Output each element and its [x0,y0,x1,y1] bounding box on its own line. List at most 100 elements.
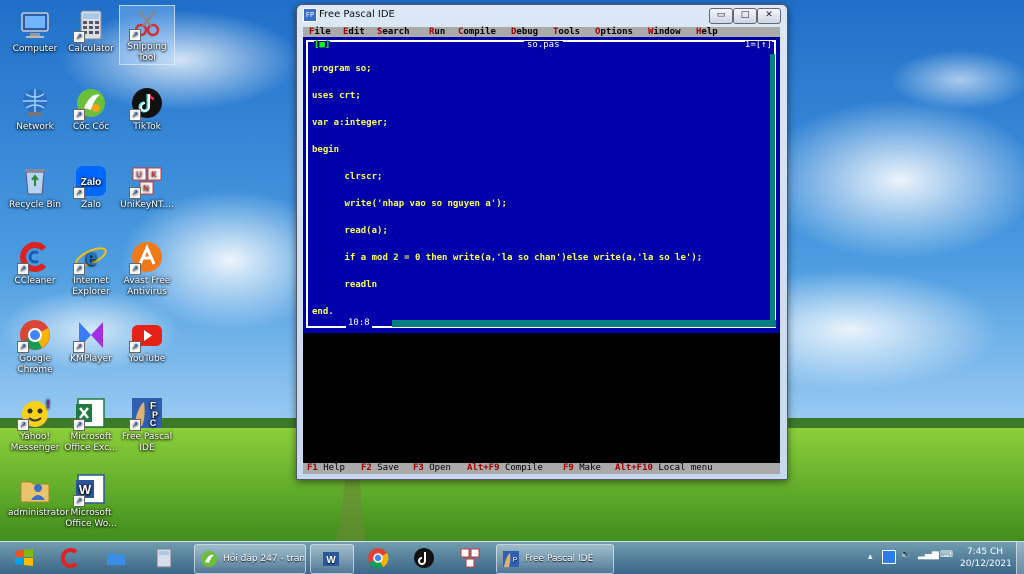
desktop-icon-label: Google Chrome [17,354,53,375]
desktop-icon-word[interactable]: W ↗ Microsoft Office Wo... [64,472,118,530]
desktop-icon-snipping-tool[interactable]: ↗ Snipping Tool [119,5,175,65]
youtube-icon: ↗ [129,318,164,353]
desktop-icon-label: Computer [12,44,58,54]
taskbar-task-label: Hỏi đáp 247 - tran... [223,554,306,564]
menu-help[interactable]: Help [696,27,718,37]
status-help[interactable]: F1 Help [307,463,345,474]
status-local-menu[interactable]: Alt+F10 Local menu [615,463,713,474]
desktop-icon-chrome[interactable]: ↗ Google Chrome [8,318,62,376]
desktop-icon-calculator[interactable]: ↗ Calculator [64,8,118,55]
desktop-icon-unikey[interactable]: U K N ↗ UniKeyNT.... [120,164,174,211]
code-line: clrscr; [312,172,383,182]
menu-file[interactable]: File [309,27,331,37]
menu-run[interactable]: Run [429,27,445,37]
status-open[interactable]: F3 Open [413,463,451,474]
desktop-icon-avast[interactable]: ↗ Avast Free Antivirus [120,240,174,298]
desktop-icon-administrator[interactable]: administrator [8,472,69,519]
yahoo-icon: ! ↗ [17,396,52,431]
unikey-icon: U K N ↗ [129,164,164,199]
taskbar-task-coccoc[interactable]: Hỏi đáp 247 - tran... [194,544,306,574]
menu-search[interactable]: Search [377,27,410,37]
menu-options[interactable]: Options [595,27,633,37]
taskbar-clock[interactable]: 7:45 CH 20/12/2021 [960,546,1012,570]
code-line: write('nhap vao so nguyen a'); [312,199,508,209]
desktop-icon-coccoc[interactable]: ↗ Cốc Cốc [64,86,118,133]
window-titlebar[interactable]: FP Free Pascal IDE ▭ □ ✕ [297,5,787,25]
desktop-icon-network[interactable]: Network [8,86,62,133]
desktop-icon-yahoo-messenger[interactable]: ! ↗ Yahoo! Messenger [8,396,62,454]
status-make[interactable]: F9 Make [563,463,601,474]
vertical-scrollbar[interactable] [770,54,775,324]
ide-console: File Edit Search Run Compile Debug Tools… [303,27,780,474]
word-icon: W [323,552,339,566]
editor-window-number[interactable]: 1=[↑] [744,41,772,50]
desktop-icon-label: Network [16,122,54,132]
window-title: Free Pascal IDE [319,9,395,20]
source-code[interactable]: program so; uses crt; var a:integer; beg… [312,47,702,335]
desktop-icon-label: Calculator [68,44,114,54]
status-save[interactable]: F2 Save [361,463,399,474]
internet-explorer-icon: e ↗ [73,240,108,275]
windows-logo-icon [15,549,33,566]
desktop-icon-label: administrator [8,508,69,518]
desktop-icon-kmplayer[interactable]: ↗ KMPlayer [64,318,118,365]
clock-date: 20/12/2021 [960,559,1012,569]
kmplayer-icon: ↗ [73,318,108,353]
desktop-icon-label: Avast Free Antivirus [123,276,171,297]
excel-icon: ↗ [73,396,108,431]
menu-tools[interactable]: Tools [553,27,580,37]
taskbar-pin-ccleaner[interactable] [50,545,90,571]
menu-edit[interactable]: Edit [343,27,365,37]
code-line: if a mod 2 = 0 then write(a,'la so chan'… [312,253,703,263]
tiktok-icon [414,548,434,568]
menu-debug[interactable]: Debug [511,27,538,37]
ide-menubar: File Edit Search Run Compile Debug Tools… [303,27,780,37]
taskbar-pin-tiktok[interactable] [404,545,444,571]
word-icon: W ↗ [73,472,108,507]
desktop-icon-label: CCleaner [14,276,56,286]
desktop-icon-recycle-bin[interactable]: Recycle Bin [8,164,62,211]
close-button[interactable]: ✕ [757,8,781,24]
tray-app-icon[interactable] [882,550,896,564]
chrome-icon: ↗ [17,318,52,353]
taskbar-task-label: Free Pascal IDE [525,554,594,564]
recycle-bin-icon [18,164,52,198]
desktop-icon-youtube[interactable]: ↗ YouTube [120,318,174,365]
desktop-icon-tiktok[interactable]: ↗ TikTok [120,86,174,133]
maximize-button[interactable]: □ [733,8,757,24]
svg-text:U: U [136,170,142,179]
tray-expand-icon[interactable]: ▴ [868,552,873,562]
desktop-icon-label: Internet Explorer [72,276,110,297]
desktop-icon-label: Free Pascal IDE [121,432,173,453]
desktop-icon-computer[interactable]: Computer [8,8,62,55]
menu-compile[interactable]: Compile [458,27,496,37]
desktop-icon-label: Cốc Cốc [72,122,110,132]
desktop-icon-ccleaner[interactable]: ↗ CCleaner [8,240,62,287]
keyboard-icon[interactable]: ⌨ [940,550,953,560]
minimize-button[interactable]: ▭ [709,8,733,24]
code-line: end. [312,307,334,317]
taskbar-pin-explorer[interactable] [96,545,136,571]
free-pascal-icon: P [503,551,519,567]
taskbar-pin-calculator[interactable] [144,545,184,571]
show-desktop-button[interactable] [1016,542,1024,574]
desktop-icon-label: Microsoft Office Exc... [64,432,118,453]
code-editor[interactable]: [■] so.pas 1=[↑] program so; uses crt; v… [303,37,780,333]
taskbar-pin-chrome[interactable] [358,545,398,571]
taskbar-pin-unikey[interactable] [450,545,490,571]
desktop-icon-internet-explorer[interactable]: e ↗ Internet Explorer [64,240,118,298]
status-compile[interactable]: Alt+F9 Compile [467,463,543,474]
network-signal-icon[interactable]: ▂▄▆ [918,550,939,560]
desktop-icon-label: TikTok [133,122,161,132]
menu-window[interactable]: Window [648,27,681,37]
desktop-icon-free-pascal[interactable]: F P C ↗ Free Pascal IDE [120,396,174,454]
horizontal-scrollbar[interactable] [392,320,776,327]
desktop-icon-zalo[interactable]: Zalo ↗ Zalo [64,164,118,211]
volume-icon[interactable]: 🔈 [900,550,911,560]
taskbar-task-free-pascal[interactable]: P Free Pascal IDE [496,544,614,574]
scissors-icon: ↗ [129,6,164,41]
start-button[interactable] [4,545,44,571]
taskbar-task-word[interactable]: W [310,544,354,574]
desktop-icon-excel[interactable]: ↗ Microsoft Office Exc... [64,396,118,454]
desktop-icon-label: Recycle Bin [9,200,61,210]
